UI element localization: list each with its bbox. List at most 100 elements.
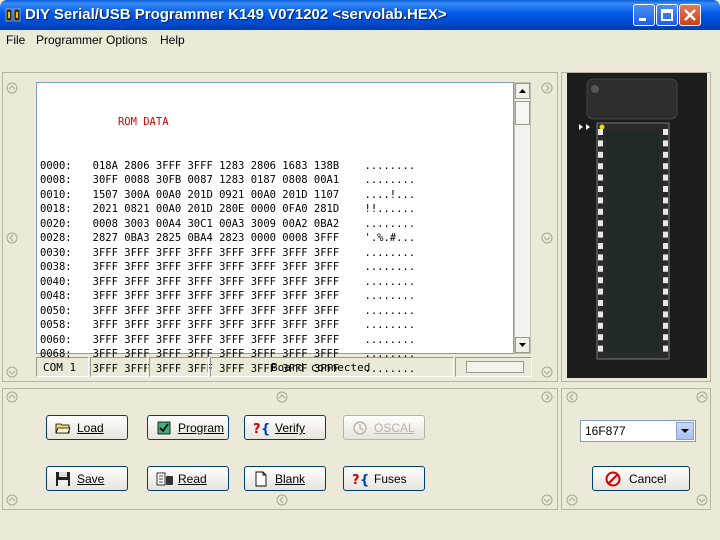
svg-text:{: { <box>360 473 369 487</box>
program-button[interactable]: Program <box>147 415 229 440</box>
status-message: Board connected <box>271 361 371 374</box>
save-button[interactable]: Save <box>46 466 128 491</box>
socket-pin <box>663 288 668 295</box>
socket-pin <box>663 186 668 192</box>
hex-row: 0010: 1507 300A 00A0 201D 0921 00A0 201D… <box>40 188 415 203</box>
scroll-thumb[interactable] <box>515 101 530 125</box>
hex-row: 0038: 3FFF 3FFF 3FFF 3FFF 3FFF 3FFF 3FFF… <box>40 260 415 275</box>
splitter-handle-icon[interactable] <box>6 232 18 244</box>
hex-address: 0058: <box>40 319 72 331</box>
hex-address: 0048: <box>40 290 72 302</box>
load-button[interactable]: Load <box>46 415 128 440</box>
socket-pin <box>663 345 668 352</box>
scroll-up-button[interactable] <box>515 83 530 99</box>
hex-ascii: '.%.#... <box>364 232 416 244</box>
hex-rows: 0000: 018A 2806 3FFF 3FFF 1283 2806 1683… <box>40 159 415 377</box>
socket-pin <box>663 163 668 170</box>
menu-help[interactable]: Help <box>160 33 185 47</box>
hex-row: 0048: 3FFF 3FFF 3FFF 3FFF 3FFF 3FFF 3FFF… <box>40 289 415 304</box>
splitter-handle-icon[interactable] <box>6 391 18 403</box>
hex-words: 3FFF 3FFF 3FFF 3FFF 3FFF 3FFF 3FFF 3FFF <box>92 261 340 273</box>
hex-words: 3FFF 3FFF 3FFF 3FFF 3FFF 3FFF 3FFF 3FFF <box>92 333 340 346</box>
save-label: Save <box>77 472 105 486</box>
hex-ascii: ........ <box>364 304 416 317</box>
hex-address: 0030: <box>40 246 72 259</box>
hex-ascii: ........ <box>364 159 416 172</box>
hex-scrollbar[interactable] <box>514 82 531 354</box>
hex-words: 018A 2806 3FFF 3FFF 1283 2806 1683 138B <box>92 159 340 172</box>
hex-ascii: ....!... <box>364 188 416 201</box>
hex-address: 0050: <box>40 304 72 317</box>
hex-address: 0000: <box>40 159 72 172</box>
socket-pin <box>598 231 603 238</box>
load-label: Load <box>77 421 104 435</box>
scroll-down-button[interactable] <box>515 337 530 353</box>
socket-pin <box>663 300 668 306</box>
verify-button[interactable]: ?{ Verify <box>244 415 326 440</box>
splitter-handle-icon[interactable] <box>6 494 18 506</box>
device-pane <box>561 388 711 510</box>
read-button[interactable]: Read <box>147 466 229 491</box>
socket-pin <box>598 288 603 295</box>
menu-file[interactable]: File <box>6 33 25 47</box>
actions-pane <box>2 388 558 510</box>
programmer-icon <box>5 7 21 23</box>
socket-pin <box>598 334 603 341</box>
hex-words: 3FFF 3FFF 3FFF 3FFF 3FFF 3FFF 3FFF 3FFF <box>92 290 340 302</box>
socket-pin <box>598 174 603 181</box>
socket-pin <box>663 334 668 341</box>
read-chip-icon <box>156 471 173 487</box>
blank-button[interactable]: Blank <box>244 466 326 491</box>
read-label: Read <box>178 472 207 486</box>
socket-pin <box>598 140 603 147</box>
floppy-disk-icon <box>55 471 71 487</box>
splitter-handle-icon[interactable] <box>696 391 708 403</box>
blank-page-icon <box>253 471 269 487</box>
splitter-handle-icon[interactable] <box>566 494 578 506</box>
splitter-handle-icon[interactable] <box>6 366 18 378</box>
maximize-button[interactable] <box>656 4 678 26</box>
rom-data-title: ROM DATA <box>117 116 169 128</box>
svg-text:?: ? <box>253 422 261 436</box>
minimize-button[interactable] <box>633 4 655 26</box>
hex-row: 0020: 0008 3003 00A4 30C1 00A3 3009 00A2… <box>40 217 415 232</box>
splitter-handle-icon[interactable] <box>541 82 553 94</box>
splitter-handle-icon[interactable] <box>276 494 288 506</box>
svg-text:?: ? <box>352 473 360 487</box>
title-bar[interactable]: DIY Serial/USB Programmer K149 V071202 <… <box>0 0 720 30</box>
splitter-handle-icon[interactable] <box>276 391 288 403</box>
splitter-handle-icon[interactable] <box>541 232 553 244</box>
splitter-handle-icon[interactable] <box>566 391 578 403</box>
splitter-handle-icon[interactable] <box>696 494 708 506</box>
hex-words: 2021 0821 00A0 201D 280E 0000 0FA0 281D <box>92 203 340 215</box>
fuses-button[interactable]: ?{ Fuses <box>343 466 425 491</box>
hex-row: 0040: 3FFF 3FFF 3FFF 3FFF 3FFF 3FFF 3FFF… <box>40 275 415 290</box>
splitter-handle-icon[interactable] <box>6 82 18 94</box>
splitter-handle-icon[interactable] <box>541 366 553 378</box>
chip-select[interactable]: 16F877 <box>580 420 696 442</box>
progress-bar <box>466 361 524 373</box>
menu-options[interactable]: Options <box>106 33 147 47</box>
socket-pin <box>598 243 603 249</box>
hex-row: 0018: 2021 0821 00A0 201D 280E 0000 0FA0… <box>40 202 415 217</box>
hex-ascii: !!...... <box>364 203 416 215</box>
hex-words: 3FFF 3FFF 3FFF 3FFF 3FFF 3FFF 3FFF 3FFF <box>92 275 340 288</box>
socket-pin <box>663 231 668 238</box>
hex-row: 0058: 3FFF 3FFF 3FFF 3FFF 3FFF 3FFF 3FFF… <box>40 318 415 333</box>
cancel-button[interactable]: Cancel <box>592 466 690 491</box>
splitter-handle-icon[interactable] <box>541 494 553 506</box>
hex-ascii: ........ <box>364 246 416 259</box>
hex-row: 0030: 3FFF 3FFF 3FFF 3FFF 3FFF 3FFF 3FFF… <box>40 246 415 261</box>
hex-words: 3FFF 3FFF 3FFF 3FFF 3FFF 3FFF 3FFF 3FFF <box>92 304 340 317</box>
close-button[interactable] <box>679 4 701 26</box>
hex-ascii: ........ <box>364 333 416 346</box>
splitter-handle-icon[interactable] <box>541 391 553 403</box>
oscal-button[interactable]: OSCAL <box>343 415 425 440</box>
chevron-down-icon[interactable] <box>676 422 694 440</box>
menu-bar: File Programmer Options Help <box>0 30 720 50</box>
hex-address: 0040: <box>40 275 72 288</box>
menu-programmer[interactable]: Programmer <box>36 33 103 47</box>
hex-ascii: ........ <box>364 217 416 230</box>
hex-words: 0008 3003 00A4 30C1 00A3 3009 00A2 0BA2 <box>92 217 340 230</box>
oscal-icon <box>352 420 368 436</box>
